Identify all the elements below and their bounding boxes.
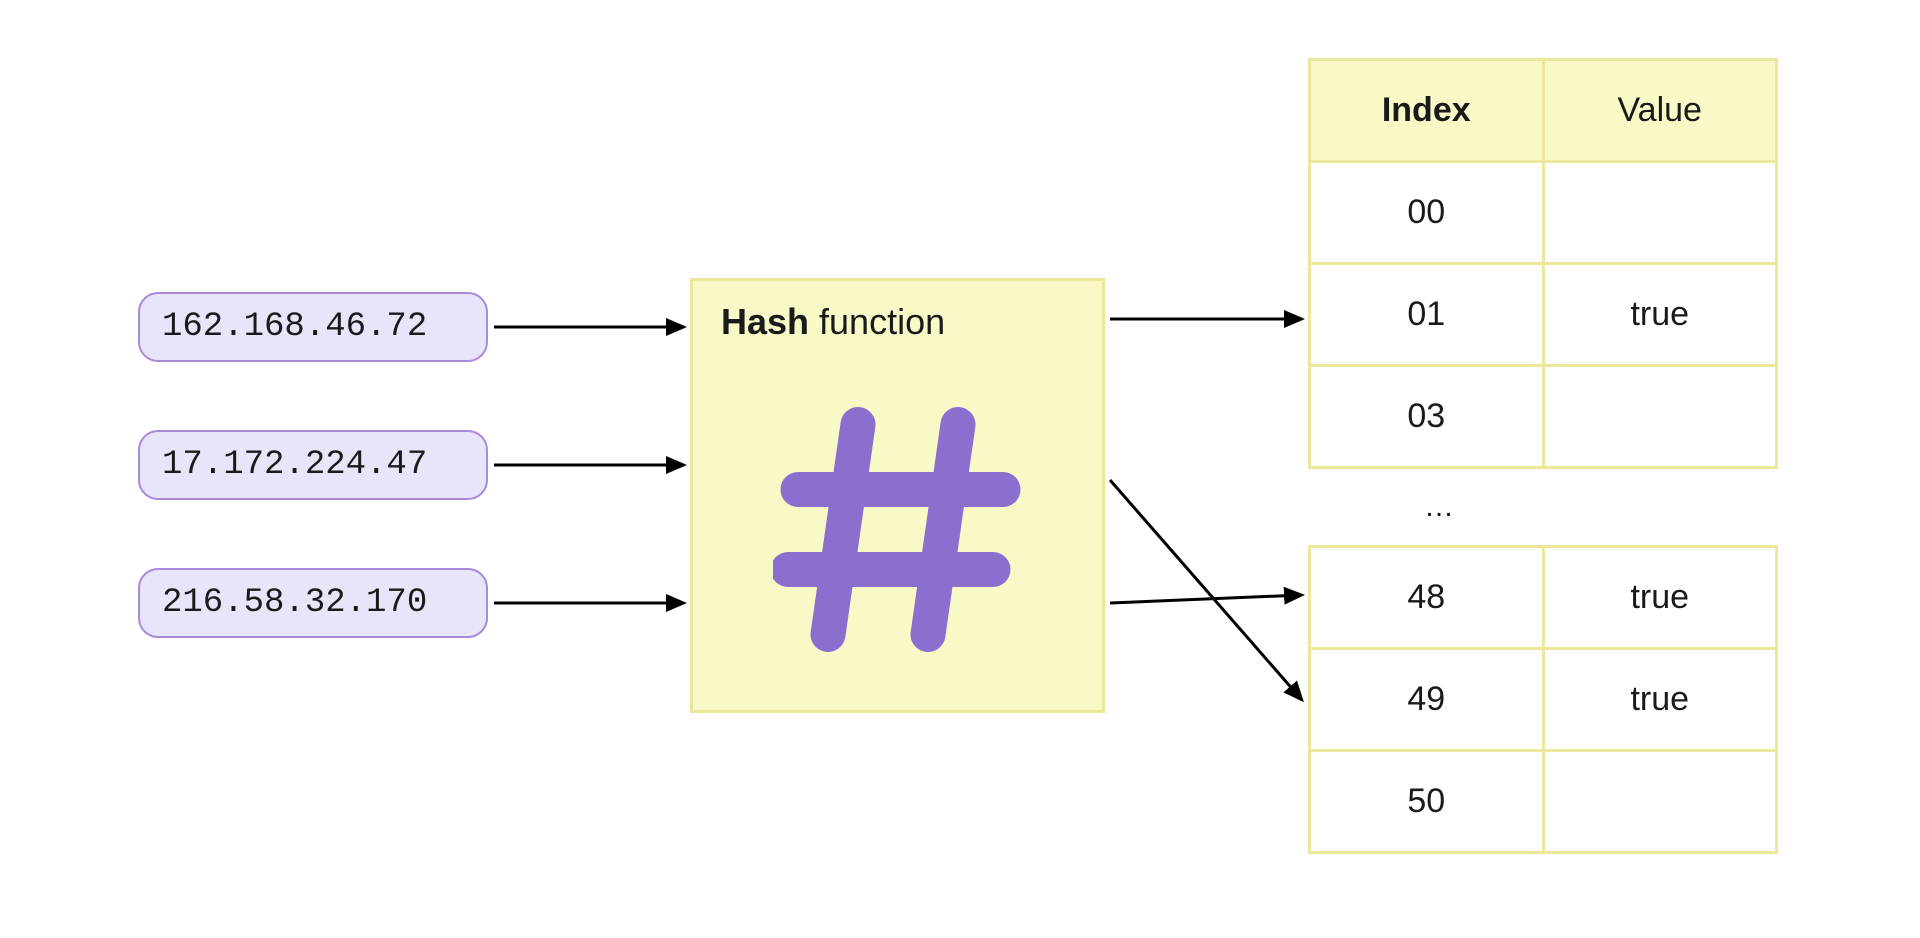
input-ip-pill-3: 216.58.32.170 [138, 568, 488, 638]
cell-index: 48 [1310, 547, 1544, 649]
cell-value: true [1543, 547, 1777, 649]
cell-index: 00 [1310, 162, 1544, 264]
hash-table-bottom: 48 true 49 true 50 [1308, 545, 1778, 854]
cell-index: 50 [1310, 751, 1544, 853]
cell-value: true [1543, 649, 1777, 751]
hash-title-bold: Hash [721, 301, 809, 342]
cell-value [1543, 751, 1777, 853]
table-row: 50 [1310, 751, 1777, 853]
table-header-index: Index [1310, 60, 1544, 162]
cell-value: true [1543, 264, 1777, 366]
cell-index: 01 [1310, 264, 1544, 366]
table-ellipsis: … [1424, 490, 1454, 524]
table-row: 49 true [1310, 649, 1777, 751]
hash-function-box: Hash function [690, 278, 1105, 713]
input-ip-pill-1: 162.168.46.72 [138, 292, 488, 362]
table-row: 48 true [1310, 547, 1777, 649]
cell-value [1543, 366, 1777, 468]
input-ip-text: 162.168.46.72 [162, 308, 427, 346]
input-ip-text: 216.58.32.170 [162, 584, 427, 622]
cell-value [1543, 162, 1777, 264]
hash-icon [773, 404, 1023, 654]
cell-index: 49 [1310, 649, 1544, 751]
hash-function-title: Hash function [721, 301, 1074, 343]
table-header-value: Value [1543, 60, 1777, 162]
hash-title-rest: function [809, 301, 945, 342]
arrow-hash-to-index48 [1110, 595, 1302, 603]
cell-index: 03 [1310, 366, 1544, 468]
input-ip-text: 17.172.224.47 [162, 446, 427, 484]
hash-table-top: Index Value 00 01 true 03 [1308, 58, 1778, 469]
table-header-row: Index Value [1310, 60, 1777, 162]
arrow-hash-to-index49 [1110, 480, 1302, 700]
table-row: 03 [1310, 366, 1777, 468]
table-row: 00 [1310, 162, 1777, 264]
input-ip-pill-2: 17.172.224.47 [138, 430, 488, 500]
table-row: 01 true [1310, 264, 1777, 366]
